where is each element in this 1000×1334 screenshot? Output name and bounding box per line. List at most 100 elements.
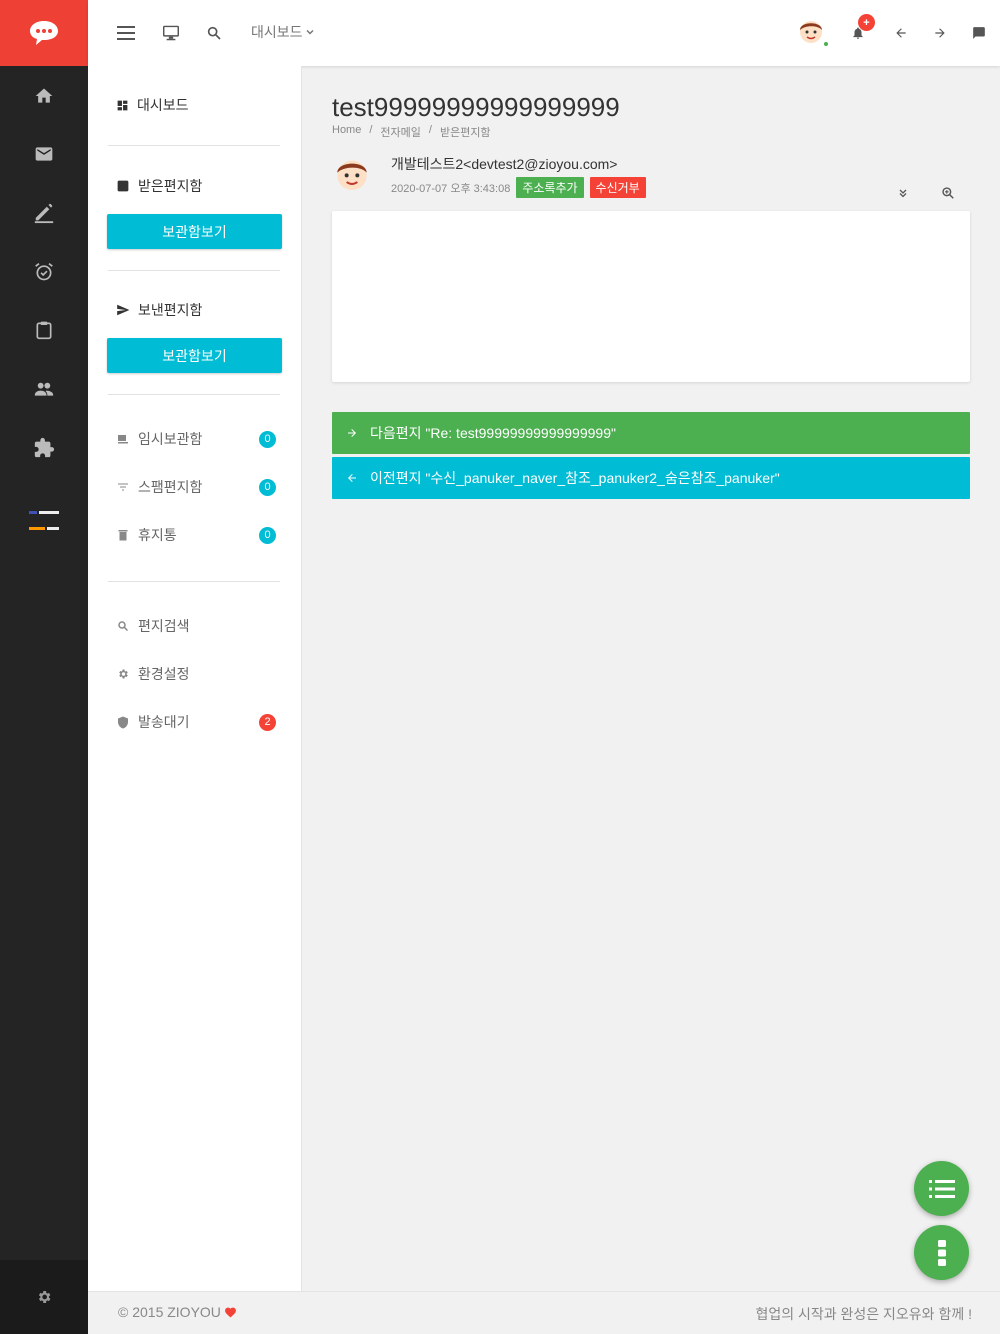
sidemenu-dashboard-label: 대시보드 [137,97,189,113]
next-mail-label: 다음편지 "Re: test99999999999999999" [370,425,616,441]
search-icon [207,26,221,40]
arrow-right-icon [348,429,356,437]
rail-people[interactable] [0,369,88,409]
sidemenu-dashboard[interactable]: 대시보드 [116,95,189,115]
prev-mail-label: 이전편지 "수신_panuker_naver_참조_panuker2_숨은참조_… [370,470,780,486]
sidemenu-outbox[interactable]: 발송대기 2 [116,712,276,732]
rail-home[interactable] [0,76,88,116]
app-logo[interactable] [0,0,88,66]
trash-label: 휴지통 [138,527,177,543]
dashboard-dropdown[interactable]: 대시보드 [251,22,315,42]
sidemenu-sent[interactable]: 보낸편지함 [116,300,202,320]
fullscreen-button[interactable] [159,21,183,45]
expand-header-button[interactable] [895,185,911,201]
rail-alarm[interactable] [0,252,88,292]
menu-toggle-button[interactable] [114,21,138,45]
dashboard-dropdown-label: 대시보드 [251,24,303,40]
rail-clipboard[interactable] [0,310,88,350]
forward-button[interactable] [928,21,952,45]
add-contact-button[interactable]: 주소록추가 [516,177,584,198]
heart-icon [225,1307,236,1318]
copyright-text: © 2015 ZIOYOU [118,1304,221,1320]
puzzle-icon [34,437,55,458]
rail-mail[interactable] [0,134,88,174]
divider [108,581,280,582]
zoom-in-icon [942,187,954,199]
divider [108,145,280,146]
search-button[interactable] [202,21,226,45]
avatar-face-icon [800,21,822,43]
footer-slogan: 협업의 시작과 완성은 지오유와 함께 ! [755,1306,972,1322]
user-avatar[interactable] [796,16,829,47]
mail-body [332,211,970,382]
people-icon [34,382,54,396]
chat-bubble-icon [973,27,985,39]
search-icon [118,621,129,632]
breadcrumb-inbox: 받은편지함 [439,127,491,139]
chat-logo-icon [30,21,58,45]
chat-button[interactable] [967,21,991,45]
avatar-face-icon [337,160,367,190]
rail-settings[interactable] [0,1260,88,1334]
mail-side-menu: 대시보드 받은편지함 보관함보기 보낸편지함 보관함보기 임시보관함 0 스팸편… [88,66,302,1291]
list-fab-button[interactable] [914,1161,969,1216]
search-label: 편지검색 [138,618,190,634]
arrow-left-icon [896,28,906,38]
footer-copyright: © 2015 ZIOYOU [118,1304,237,1320]
pencil-icon [34,203,54,224]
dashboard-icon [117,100,128,110]
block-sender-button[interactable]: 수신거부 [589,177,646,198]
breadcrumb-separator: / [369,124,373,136]
mail-view: test99999999999999999 Home / 전자메일 / 받은편지… [302,66,1000,1291]
rail-write[interactable] [0,193,88,233]
breadcrumb-separator: / [428,124,432,136]
sidemenu-trash[interactable]: 휴지통 0 [116,525,276,545]
rail-extensions[interactable] [0,428,88,468]
gear-icon [38,1291,51,1303]
top-bar: 대시보드 + [88,0,1000,66]
divider [108,270,280,271]
drafts-count-badge: 0 [259,430,276,448]
rail-theme-toggle[interactable] [0,501,88,541]
zoom-button[interactable] [940,185,956,201]
mail-icon [35,147,53,161]
settings-label: 환경설정 [138,666,190,682]
alarm-icon [35,263,53,281]
breadcrumb-mail[interactable]: 전자메일 [380,124,420,140]
drafts-label: 임시보관함 [138,431,203,447]
sent-view-button[interactable]: 보관함보기 [107,338,282,373]
spam-count-badge: 0 [259,478,276,496]
sidemenu-spam[interactable]: 스팸편지함 0 [116,477,276,497]
arrow-left-icon [348,474,356,482]
sender-meta: 2020-07-07 오후 3:43:08 주소록추가 수신거부 [391,177,646,198]
home-icon [35,88,53,103]
back-button[interactable] [889,21,913,45]
inbox-icon [117,180,129,192]
next-mail-link[interactable]: 다음편지 "Re: test99999999999999999" [332,412,970,454]
monitor-icon [163,25,179,41]
chevron-down-icon [306,29,314,35]
filter-icon [118,483,128,491]
mail-date: 2020-07-07 오후 3:43:08 [391,182,511,195]
outbox-count-badge: 2 [259,713,276,731]
prev-mail-link[interactable]: 이전편지 "수신_panuker_naver_참조_panuker2_숨은참조_… [332,457,970,499]
notification-badge: + [858,14,875,31]
sidemenu-sent-label: 보낸편지함 [138,302,203,318]
spam-label: 스팸편지함 [138,479,203,495]
trash-count-badge: 0 [259,526,276,544]
sidemenu-inbox-label: 받은편지함 [138,178,203,194]
mail-subject: test99999999999999999 [332,92,620,122]
breadcrumb: Home / 전자메일 / 받은편지함 [332,124,491,140]
more-fab-button[interactable] [914,1225,969,1280]
sidemenu-settings[interactable]: 환경설정 [116,664,276,684]
shield-icon [118,716,128,728]
breadcrumb-home[interactable]: Home [332,124,361,140]
double-chevron-down-icon [899,189,907,198]
inbox-view-button[interactable]: 보관함보기 [107,214,282,249]
drafts-icon [118,435,128,444]
theme-bars-icon [29,511,59,530]
sidemenu-search[interactable]: 편지검색 [116,616,276,636]
sidemenu-inbox[interactable]: 받은편지함 [116,176,202,196]
sidemenu-drafts[interactable]: 임시보관함 0 [116,429,276,449]
divider [108,394,280,395]
